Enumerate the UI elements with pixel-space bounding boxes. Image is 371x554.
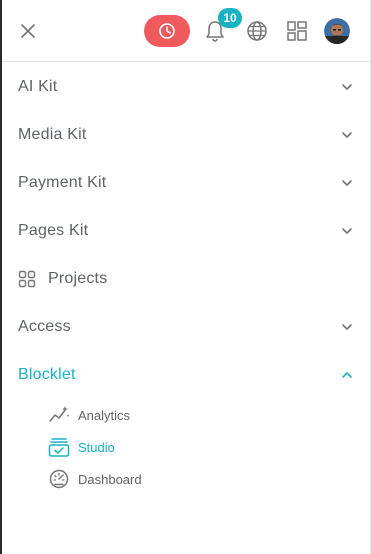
menu-item-label: Projects: [48, 270, 108, 287]
submenu-item-label: Dashboard: [78, 471, 142, 487]
menu-item-label: Payment Kit: [18, 174, 107, 191]
menu-item-access[interactable]: Access: [2, 303, 370, 351]
notification-count-badge: 10: [218, 8, 242, 28]
menu-item-pages-kit[interactable]: Pages Kit: [2, 207, 370, 255]
submenu-item-label: Analytics: [78, 407, 131, 423]
close-icon: [21, 24, 35, 38]
menu-item-label: Access: [18, 318, 71, 335]
chevron-down-icon: [342, 84, 352, 90]
studio-icon: [48, 436, 70, 458]
blocklet-submenu: Analytics Studio Dashboard: [2, 399, 370, 495]
menu-item-media-kit[interactable]: Media Kit: [2, 111, 370, 159]
menu-item-label: Pages Kit: [18, 222, 89, 239]
navigation-menu: AI Kit Media Kit Payment Kit Pages Kit P…: [2, 63, 370, 495]
user-avatar[interactable]: [324, 18, 350, 44]
menu-item-label: Media Kit: [18, 126, 87, 143]
menu-item-label: AI Kit: [18, 78, 58, 95]
chevron-down-icon: [342, 324, 352, 330]
projects-grid-icon: [18, 270, 36, 288]
menu-item-ai-kit[interactable]: AI Kit: [2, 63, 370, 111]
menu-item-payment-kit[interactable]: Payment Kit: [2, 159, 370, 207]
session-timer-button[interactable]: [144, 15, 190, 47]
submenu-item-label: Studio: [78, 439, 115, 455]
close-button[interactable]: [16, 19, 40, 43]
submenu-item-studio[interactable]: Studio: [2, 431, 370, 463]
apps-button[interactable]: [284, 18, 310, 44]
globe-icon: [247, 21, 267, 41]
avatar-image: [324, 18, 350, 44]
top-bar: 10: [2, 0, 370, 62]
menu-item-label: Blocklet: [18, 366, 76, 383]
chevron-down-icon: [342, 132, 352, 138]
submenu-item-dashboard[interactable]: Dashboard: [2, 463, 370, 495]
chevron-down-icon: [342, 180, 352, 186]
dashboard-icon: [48, 468, 70, 490]
submenu-item-analytics[interactable]: Analytics: [2, 399, 370, 431]
menu-item-blocklet[interactable]: Blocklet: [2, 351, 370, 399]
chevron-up-icon: [342, 372, 352, 378]
chevron-down-icon: [342, 228, 352, 234]
analytics-icon: [48, 404, 70, 426]
clock-icon: [159, 23, 175, 39]
menu-item-projects[interactable]: Projects: [2, 255, 370, 303]
apps-grid-icon: [287, 21, 307, 41]
language-button[interactable]: [244, 18, 270, 44]
